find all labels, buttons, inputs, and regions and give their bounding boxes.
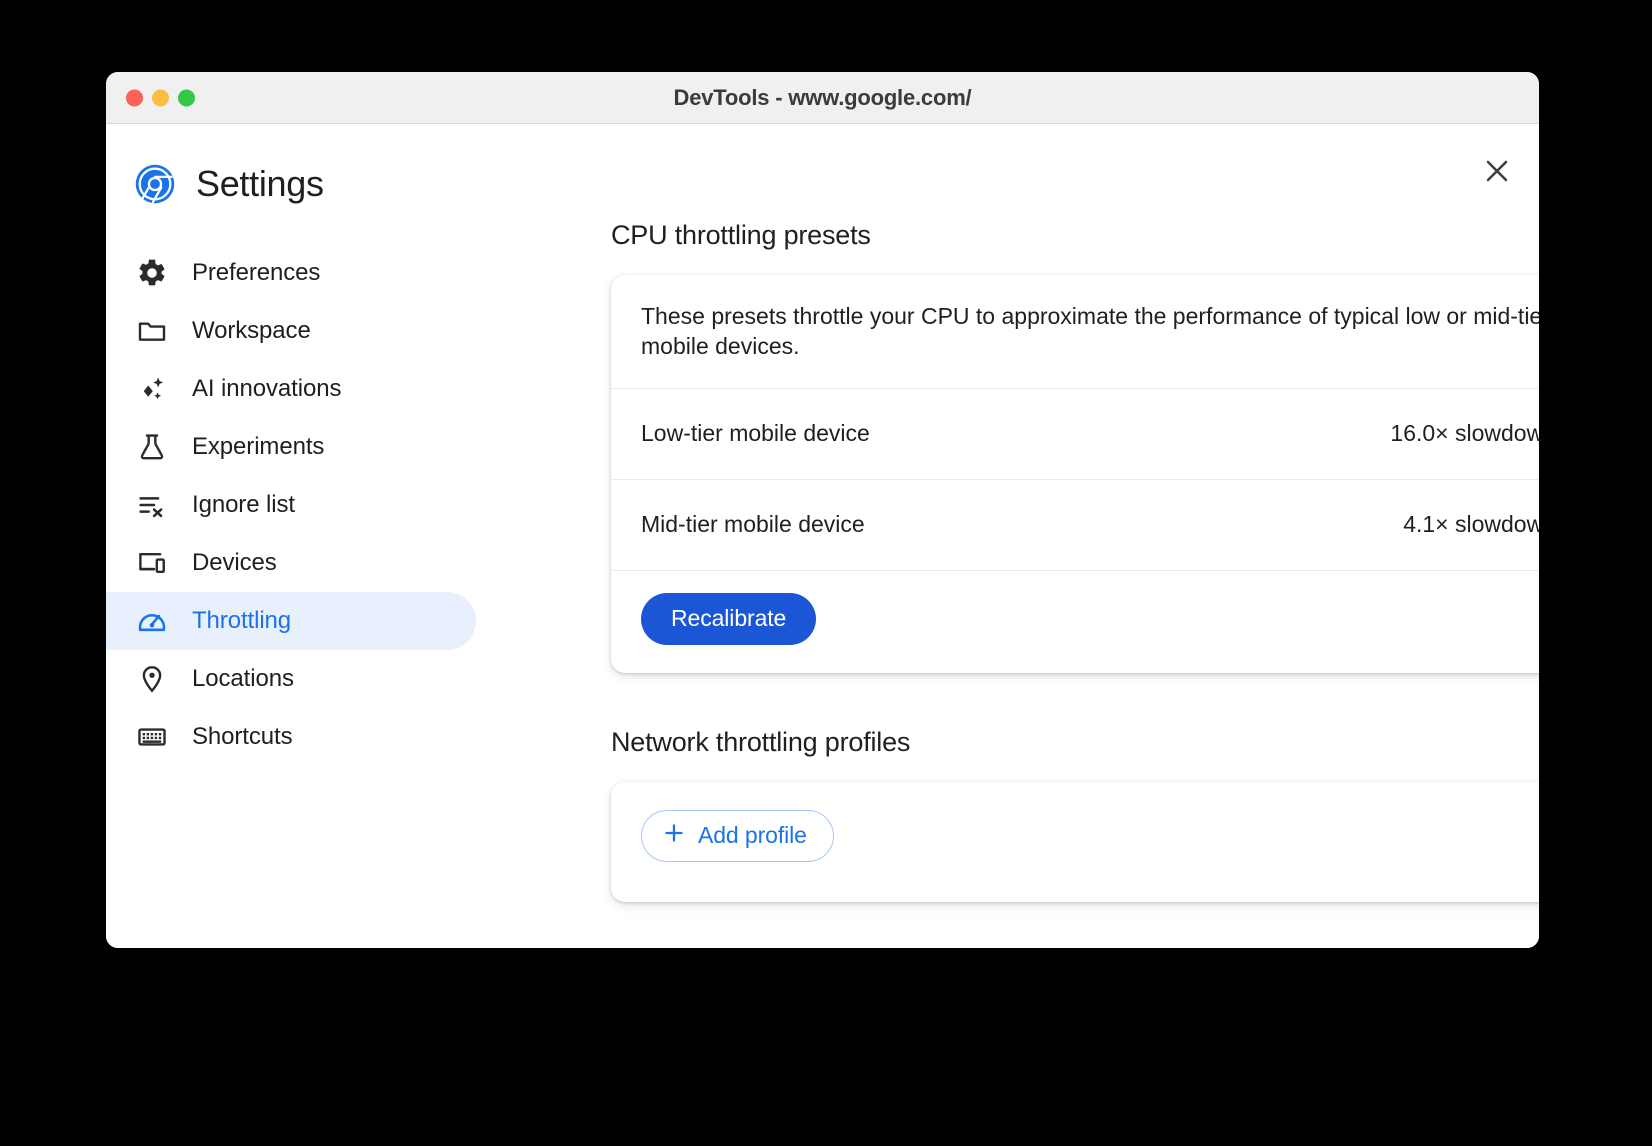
sidebar-item-experiments[interactable]: Experiments <box>106 418 476 476</box>
cpu-presets-description: These presets throttle your CPU to appro… <box>611 275 1539 389</box>
settings-content: CPU throttling presets These presets thr… <box>506 124 1539 948</box>
page-title: Settings <box>196 163 324 205</box>
devtools-window: DevTools - www.google.com/ <box>106 72 1539 948</box>
cpu-throttling-card: These presets throttle your CPU to appro… <box>611 275 1539 673</box>
list-x-icon <box>134 487 170 523</box>
sidebar-item-label: Devices <box>192 549 277 577</box>
cpu-card-footer: Recalibrate <box>611 571 1539 673</box>
sidebar-item-throttling[interactable]: Throttling <box>106 592 476 650</box>
sidebar-item-label: Preferences <box>192 259 320 287</box>
sidebar-item-ai-innovations[interactable]: AI innovations <box>106 360 476 418</box>
add-profile-label: Add profile <box>698 822 807 849</box>
settings-sidebar: Settings Preferences <box>106 124 506 766</box>
cpu-preset-row[interactable]: Low-tier mobile device 16.0× slowdown <box>611 389 1539 480</box>
sidebar-item-workspace[interactable]: Workspace <box>106 302 476 360</box>
preset-name: Mid-tier mobile device <box>641 511 865 538</box>
zoom-window-button[interactable] <box>178 89 195 106</box>
location-pin-icon <box>134 661 170 697</box>
sidebar-item-ignore-list[interactable]: Ignore list <box>106 476 476 534</box>
preset-name: Low-tier mobile device <box>641 420 870 447</box>
sidebar-item-shortcuts[interactable]: Shortcuts <box>106 708 476 766</box>
cpu-section-title: CPU throttling presets <box>611 220 1511 251</box>
window-titlebar: DevTools - www.google.com/ <box>106 72 1539 124</box>
cpu-preset-row[interactable]: Mid-tier mobile device 4.1× slowdown <box>611 480 1539 571</box>
devices-icon <box>134 545 170 581</box>
folder-icon <box>134 313 170 349</box>
speedometer-icon <box>134 603 170 639</box>
preset-value: 16.0× slowdown <box>1390 420 1539 447</box>
sidebar-item-locations[interactable]: Locations <box>106 650 476 708</box>
screen: DevTools - www.google.com/ <box>0 0 1652 1146</box>
section-spacer <box>611 673 1511 727</box>
keyboard-icon <box>134 719 170 755</box>
sidebar-item-label: Locations <box>192 665 294 693</box>
window-title: DevTools - www.google.com/ <box>106 85 1539 111</box>
network-throttling-card: Add profile <box>611 782 1539 902</box>
sidebar-item-devices[interactable]: Devices <box>106 534 476 592</box>
close-window-button[interactable] <box>126 89 143 106</box>
gear-icon <box>134 255 170 291</box>
sidebar-item-label: Shortcuts <box>192 723 292 751</box>
sidebar-item-label: Experiments <box>192 433 324 461</box>
settings-dialog: Settings Preferences <box>106 124 1539 948</box>
recalibrate-button[interactable]: Recalibrate <box>641 593 816 645</box>
flask-icon <box>134 429 170 465</box>
settings-nav: Preferences Workspace <box>106 244 506 766</box>
sidebar-item-label: Workspace <box>192 317 311 345</box>
sidebar-item-label: Throttling <box>192 607 291 635</box>
sidebar-item-label: Ignore list <box>192 491 295 519</box>
plus-icon <box>662 821 686 851</box>
network-card-body: Add profile <box>611 782 1539 902</box>
network-section-title: Network throttling profiles <box>611 727 1511 758</box>
minimize-window-button[interactable] <box>152 89 169 106</box>
sidebar-item-label: AI innovations <box>192 375 341 403</box>
traffic-lights <box>126 89 195 106</box>
preset-value: 4.1× slowdown <box>1403 511 1539 538</box>
add-profile-button[interactable]: Add profile <box>641 810 834 862</box>
settings-header: Settings <box>106 124 506 244</box>
sidebar-item-preferences[interactable]: Preferences <box>106 244 476 302</box>
sparkle-icon <box>134 371 170 407</box>
chrome-logo-icon <box>134 163 176 205</box>
